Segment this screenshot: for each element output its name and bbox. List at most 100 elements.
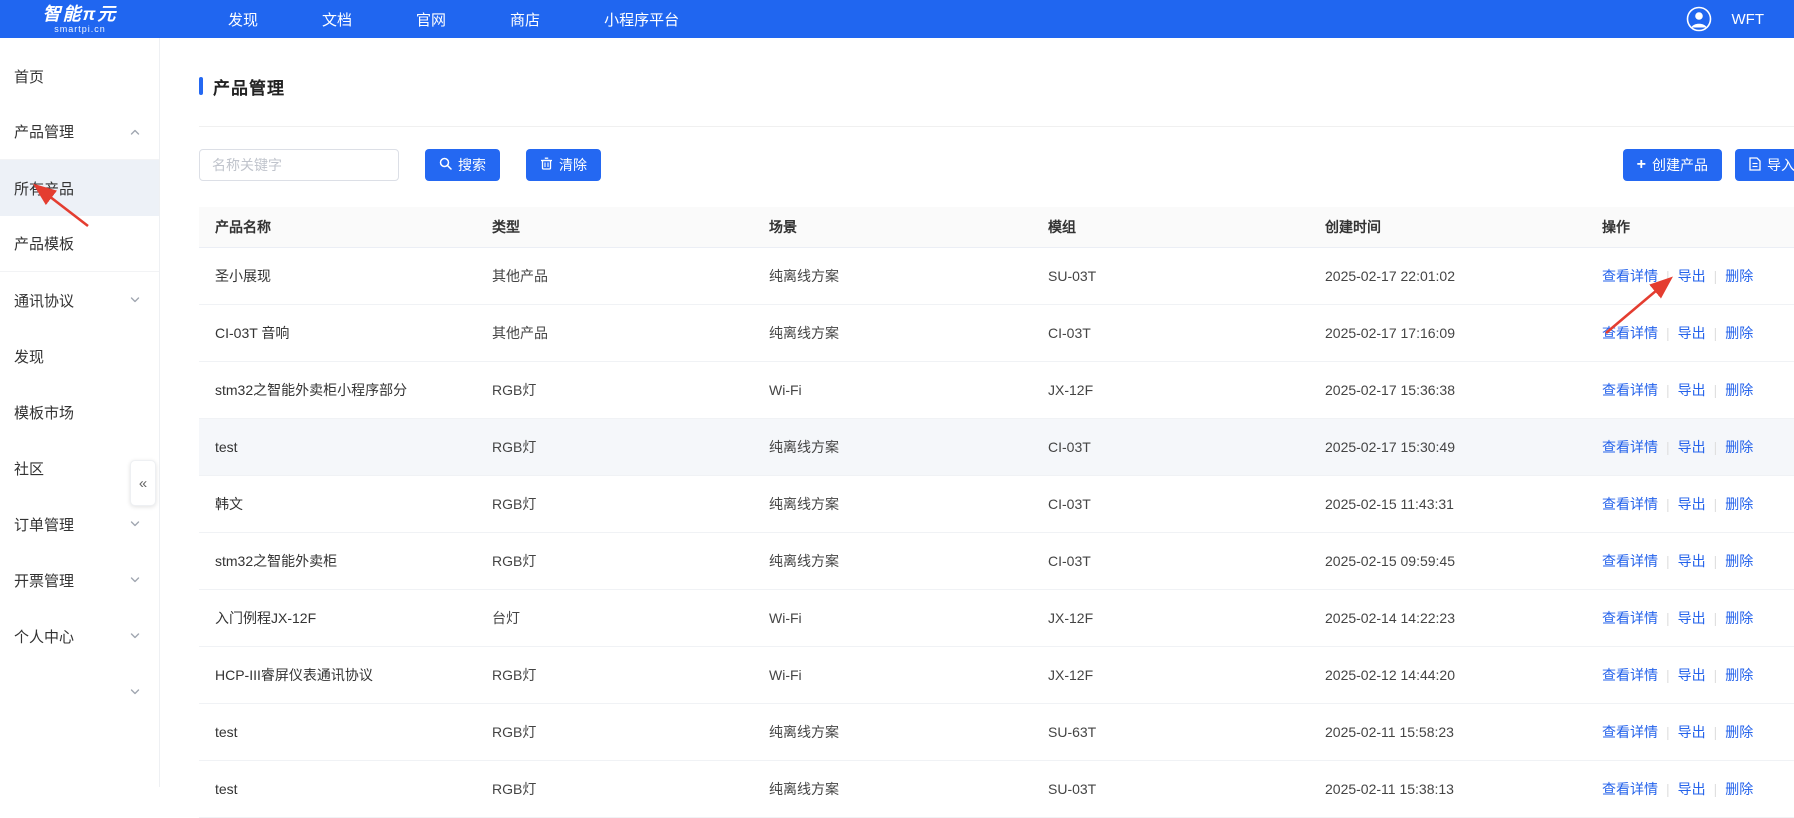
view-details-link[interactable]: 查看详情 xyxy=(1602,268,1658,284)
view-details-link[interactable]: 查看详情 xyxy=(1602,781,1658,797)
action-separator: | xyxy=(1666,781,1670,797)
view-details-link[interactable]: 查看详情 xyxy=(1602,496,1658,512)
page-title-row: 产品管理 xyxy=(199,66,1794,106)
cell-actions: 查看详情|导出|删除 xyxy=(1586,304,1794,361)
cell-created-time: 2025-02-12 14:44:20 xyxy=(1309,646,1586,703)
table-row: testRGB灯纯离线方案SU-63T2025-02-11 15:58:23查看… xyxy=(199,703,1794,760)
view-details-link[interactable]: 查看详情 xyxy=(1602,724,1658,740)
sidebar-collapse-button[interactable]: « xyxy=(130,460,156,506)
view-details-link[interactable]: 查看详情 xyxy=(1602,610,1658,626)
cell-scene: 纯离线方案 xyxy=(753,703,1032,760)
view-details-link[interactable]: 查看详情 xyxy=(1602,667,1658,683)
export-link[interactable]: 导出 xyxy=(1678,553,1706,569)
export-link[interactable]: 导出 xyxy=(1678,496,1706,512)
trash-icon xyxy=(540,157,553,173)
export-link[interactable]: 导出 xyxy=(1678,724,1706,740)
delete-link[interactable]: 删除 xyxy=(1725,724,1753,740)
export-link[interactable]: 导出 xyxy=(1678,667,1706,683)
delete-link[interactable]: 删除 xyxy=(1725,325,1753,341)
plus-icon: + xyxy=(1637,157,1646,173)
toolbar: 搜索 清除 + 创建产品 xyxy=(199,149,1794,181)
sidebar-item-label: 发现 xyxy=(14,346,141,367)
sidebar-item-discover[interactable]: 发现 xyxy=(0,328,159,384)
chevron-down-icon xyxy=(129,294,141,306)
cell-product-name: test xyxy=(199,703,476,760)
table-row: stm32之智能外卖柜RGB灯纯离线方案CI-03T2025-02-15 09:… xyxy=(199,532,1794,589)
sidebar-item-label: 产品模板 xyxy=(14,233,141,254)
cell-type: RGB灯 xyxy=(476,760,753,817)
top-nav-item-official-site[interactable]: 官网 xyxy=(416,9,446,30)
table-row: 入门例程JX-12F台灯Wi-FiJX-12F2025-02-14 14:22:… xyxy=(199,589,1794,646)
view-details-link[interactable]: 查看详情 xyxy=(1602,382,1658,398)
sidebar-item-label: 通讯协议 xyxy=(14,290,129,311)
action-separator: | xyxy=(1666,496,1670,512)
user-avatar-icon[interactable] xyxy=(1686,6,1712,32)
chevron-down-icon xyxy=(129,630,141,642)
export-link[interactable]: 导出 xyxy=(1678,382,1706,398)
sidebar-item-product-management[interactable]: 产品管理 xyxy=(0,104,159,160)
cell-scene: Wi-Fi xyxy=(753,361,1032,418)
clear-button[interactable]: 清除 xyxy=(526,149,601,181)
column-header: 类型 xyxy=(476,207,753,247)
sidebar-item-label: 首页 xyxy=(14,66,141,87)
cell-actions: 查看详情|导出|删除 xyxy=(1586,247,1794,304)
cell-actions: 查看详情|导出|删除 xyxy=(1586,475,1794,532)
cell-type: 其他产品 xyxy=(476,304,753,361)
action-separator: | xyxy=(1714,553,1718,569)
view-details-link[interactable]: 查看详情 xyxy=(1602,325,1658,341)
action-separator: | xyxy=(1714,268,1718,284)
search-input[interactable] xyxy=(199,149,399,181)
sidebar-item-communication-protocol[interactable]: 通讯协议 xyxy=(0,272,159,328)
username[interactable]: WFT xyxy=(1732,11,1764,28)
title-divider xyxy=(199,126,1794,127)
export-link[interactable]: 导出 xyxy=(1678,439,1706,455)
cell-actions: 查看详情|导出|删除 xyxy=(1586,361,1794,418)
import-product-button[interactable]: 导入产品 xyxy=(1735,149,1794,181)
sidebar-item-more[interactable] xyxy=(0,664,159,720)
sidebar-menu: 首页产品管理所有产品产品模板通讯协议发现模板市场社区订单管理开票管理个人中心 xyxy=(0,38,159,720)
table-row: stm32之智能外卖柜小程序部分RGB灯Wi-FiJX-12F2025-02-1… xyxy=(199,361,1794,418)
delete-link[interactable]: 删除 xyxy=(1725,781,1753,797)
top-nav-item-docs[interactable]: 文档 xyxy=(322,9,352,30)
cell-module: JX-12F xyxy=(1032,589,1309,646)
sidebar-item-all-products[interactable]: 所有产品 xyxy=(0,160,159,216)
cell-module: JX-12F xyxy=(1032,361,1309,418)
sidebar-item-label: 社区 xyxy=(14,458,141,479)
sidebar-item-personal-center[interactable]: 个人中心 xyxy=(0,608,159,664)
export-link[interactable]: 导出 xyxy=(1678,268,1706,284)
cell-scene: 纯离线方案 xyxy=(753,532,1032,589)
export-link[interactable]: 导出 xyxy=(1678,610,1706,626)
sidebar-item-product-templates[interactable]: 产品模板 xyxy=(0,216,159,272)
cell-module: CI-03T xyxy=(1032,532,1309,589)
delete-link[interactable]: 删除 xyxy=(1725,496,1753,512)
view-details-link[interactable]: 查看详情 xyxy=(1602,553,1658,569)
top-nav-item-discover[interactable]: 发现 xyxy=(228,9,258,30)
export-link[interactable]: 导出 xyxy=(1678,781,1706,797)
sidebar-item-home[interactable]: 首页 xyxy=(0,48,159,104)
delete-link[interactable]: 删除 xyxy=(1725,382,1753,398)
column-header: 模组 xyxy=(1032,207,1309,247)
table-row: HCP-III睿屏仪表通讯协议RGB灯Wi-FiJX-12F2025-02-12… xyxy=(199,646,1794,703)
delete-link[interactable]: 删除 xyxy=(1725,439,1753,455)
export-link[interactable]: 导出 xyxy=(1678,325,1706,341)
view-details-link[interactable]: 查看详情 xyxy=(1602,439,1658,455)
search-button[interactable]: 搜索 xyxy=(425,149,500,181)
search-icon xyxy=(439,157,452,173)
cell-created-time: 2025-02-14 14:22:23 xyxy=(1309,589,1586,646)
sidebar-item-template-market[interactable]: 模板市场 xyxy=(0,384,159,440)
sidebar-item-invoice-management[interactable]: 开票管理 xyxy=(0,552,159,608)
delete-link[interactable]: 删除 xyxy=(1725,268,1753,284)
action-separator: | xyxy=(1666,724,1670,740)
delete-link[interactable]: 删除 xyxy=(1725,553,1753,569)
delete-link[interactable]: 删除 xyxy=(1725,610,1753,626)
sidebar-item-label: 订单管理 xyxy=(14,514,129,535)
sidebar-item-label: 开票管理 xyxy=(14,570,129,591)
delete-link[interactable]: 删除 xyxy=(1725,667,1753,683)
top-nav-item-store[interactable]: 商店 xyxy=(510,9,540,30)
action-separator: | xyxy=(1666,439,1670,455)
sidebar-item-label: 产品管理 xyxy=(14,121,129,142)
app-logo[interactable]: 智能π元 smartpi.cn xyxy=(0,0,160,38)
cell-module: SU-03T xyxy=(1032,760,1309,817)
top-nav-item-miniprogram-platform[interactable]: 小程序平台 xyxy=(604,9,679,30)
create-product-button[interactable]: + 创建产品 xyxy=(1623,149,1722,181)
